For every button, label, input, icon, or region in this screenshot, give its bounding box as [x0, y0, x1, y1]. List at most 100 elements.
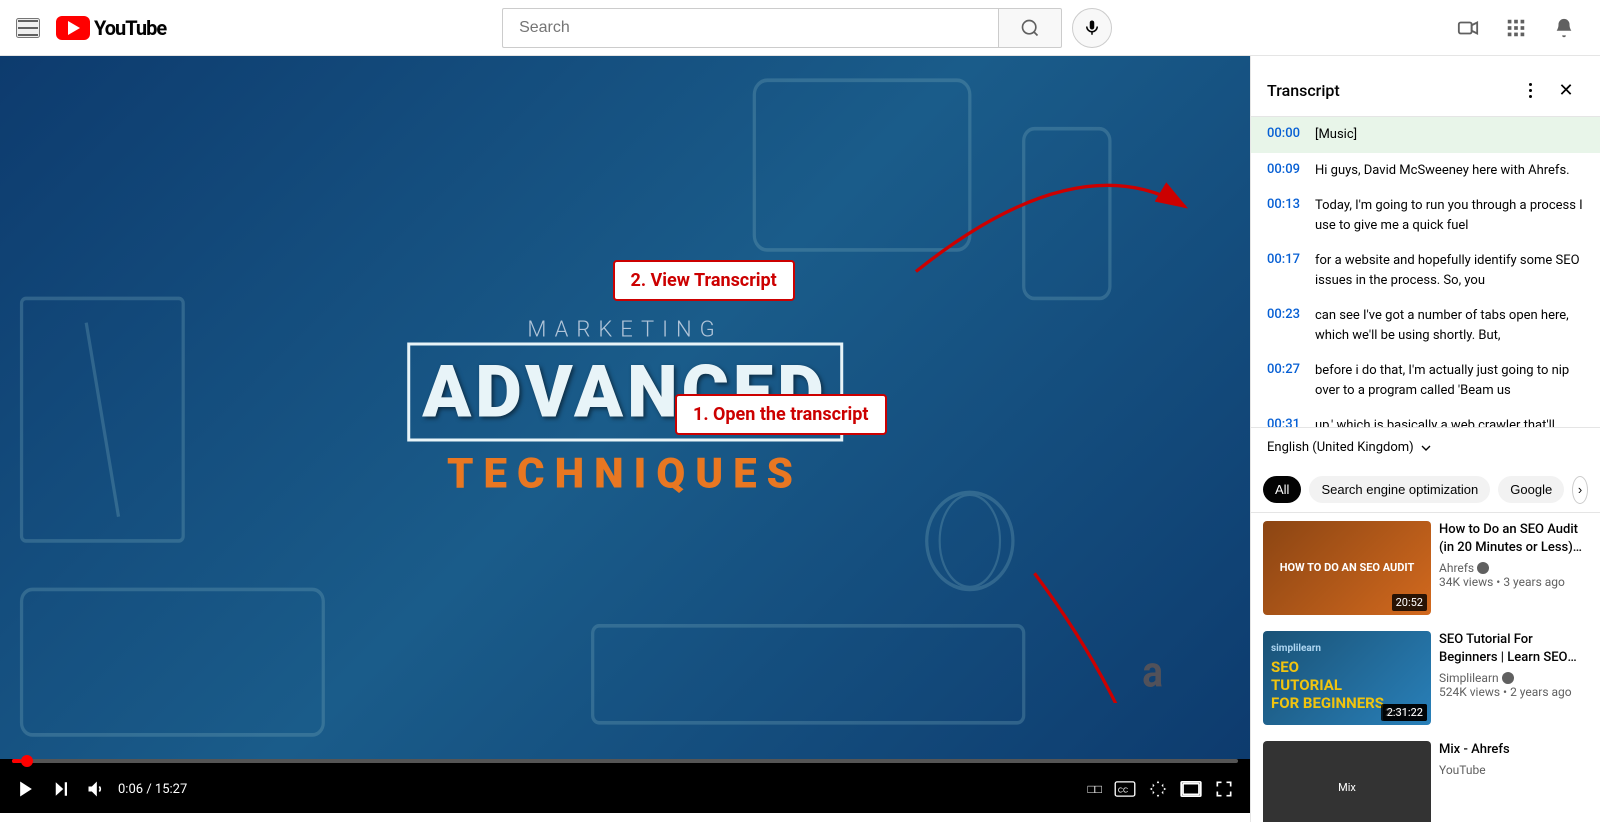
related-channel-1: Ahrefs: [1439, 561, 1588, 575]
related-info-3: Mix - Ahrefs YouTube: [1439, 741, 1588, 822]
transcript-panel: Transcript ✕ 00:00 [Music] 00:09 Hi guys…: [1250, 56, 1600, 822]
transcript-item[interactable]: 00:31 up,' which is basically a web craw…: [1251, 408, 1600, 427]
fullscreen-icon: [1214, 779, 1234, 799]
transcript-text: for a website and hopefully identify som…: [1315, 251, 1584, 290]
apps-button[interactable]: [1496, 8, 1536, 48]
related-channel-3: YouTube: [1439, 763, 1588, 777]
related-video-item[interactable]: Mix Mix - Ahrefs YouTube: [1251, 733, 1600, 822]
transcript-item[interactable]: 00:09 Hi guys, David McSweeney here with…: [1251, 153, 1600, 189]
transcript-title: Transcript: [1267, 81, 1512, 100]
transcript-item[interactable]: 00:00 [Music]: [1251, 117, 1600, 153]
volume-button[interactable]: [82, 775, 110, 803]
transcript-text: Hi guys, David McSweeney here with Ahref…: [1315, 161, 1570, 181]
transcript-time: 00:00: [1267, 125, 1315, 145]
settings-icon: [1148, 779, 1168, 799]
subtitles-button[interactable]: CC: [1110, 777, 1140, 801]
video-section: a MARKETING ADVANCED TECHNIQUES 1. Open …: [0, 56, 1250, 822]
related-duration-2: 2:31:22: [1383, 704, 1427, 721]
marketing-text: MARKETING: [407, 317, 843, 342]
logo-text: YouTube: [94, 16, 166, 40]
video-container: a MARKETING ADVANCED TECHNIQUES 1. Open …: [0, 56, 1250, 813]
time-display: 0:06 / 15:27: [118, 782, 187, 797]
three-dots-icon: [1529, 83, 1532, 98]
chip-google[interactable]: Google: [1498, 476, 1564, 503]
transcript-body: 00:00 [Music] 00:09 Hi guys, David McSwe…: [1251, 117, 1600, 427]
transcript-header: Transcript ✕: [1251, 56, 1600, 117]
progress-fill: [12, 759, 21, 763]
transcript-time: 00:27: [1267, 361, 1315, 400]
bell-icon: [1553, 17, 1575, 39]
transcript-item[interactable]: 00:13 Today, I'm going to run you throug…: [1251, 188, 1600, 243]
hamburger-menu[interactable]: [16, 18, 40, 38]
search-form: [502, 8, 1062, 48]
transcript-menu-button[interactable]: [1512, 72, 1548, 108]
transcript-time: 00:13: [1267, 196, 1315, 235]
next-button[interactable]: [48, 776, 74, 802]
search-icon: [1020, 18, 1040, 38]
transcript-time: 00:31: [1267, 416, 1315, 427]
transcript-item[interactable]: 00:27 before i do that, I'm actually jus…: [1251, 353, 1600, 408]
related-channel-2: Simplilearn: [1439, 671, 1588, 685]
progress-dot: [21, 755, 33, 767]
youtube-icon: [56, 16, 90, 40]
transcript-time: 00:23: [1267, 306, 1315, 345]
related-info-2: SEO Tutorial For Beginners | Learn SEO S…: [1439, 631, 1588, 725]
header: YouTube: [0, 0, 1600, 56]
related-thumb-2: simplilearn SEOTUTORIALFOR BEGINNERS 2:3…: [1263, 631, 1431, 725]
search-button[interactable]: [998, 8, 1062, 48]
annotation-view-transcript: 2. View Transcript: [613, 260, 795, 301]
video-controls: 0:06 / 15:27 □□ CC: [0, 765, 1250, 813]
play-icon: [16, 779, 36, 799]
volume-icon: [86, 779, 106, 799]
theater-icon: [1180, 781, 1202, 797]
camera-icon: [1457, 17, 1479, 39]
next-icon: [52, 780, 70, 798]
verified-check-icon: [1477, 562, 1489, 574]
transcript-text: before i do that, I'm actually just goin…: [1315, 361, 1584, 400]
transcript-text: [Music]: [1315, 125, 1357, 145]
apps-icon: [1505, 17, 1527, 39]
progress-bar[interactable]: [12, 759, 1238, 763]
theater-button[interactable]: [1176, 777, 1206, 801]
chip-more-button[interactable]: ›: [1572, 476, 1588, 504]
notifications-button[interactable]: [1544, 8, 1584, 48]
svg-text:CC: CC: [1118, 787, 1128, 795]
miniplayer-button[interactable]: □□: [1084, 778, 1107, 800]
play-button[interactable]: [12, 775, 40, 803]
related-video-item[interactable]: simplilearn SEOTUTORIALFOR BEGINNERS 2:3…: [1251, 623, 1600, 733]
transcript-time: 00:17: [1267, 251, 1315, 290]
mic-icon: [1083, 19, 1101, 37]
related-title-2: SEO Tutorial For Beginners | Learn SEO S…: [1439, 631, 1588, 667]
main-layout: a MARKETING ADVANCED TECHNIQUES 1. Open …: [0, 56, 1600, 822]
chip-seo[interactable]: Search engine optimization: [1309, 476, 1490, 503]
transcript-time: 00:09: [1267, 161, 1315, 181]
transcript-item[interactable]: 00:23 can see I've got a number of tabs …: [1251, 298, 1600, 353]
cc-icon: CC: [1114, 781, 1136, 797]
transcript-text: up,' which is basically a web crawler th…: [1315, 416, 1584, 427]
annotation-open-transcript: 1. Open the transcript: [675, 394, 887, 435]
techniques-text: TECHNIQUES: [407, 449, 843, 498]
chips-row: All Search engine optimization Google ›: [1251, 468, 1600, 513]
transcript-text: can see I've got a number of tabs open h…: [1315, 306, 1584, 345]
related-thumb-3: Mix: [1263, 741, 1431, 822]
related-views-1: 34K views • 3 years ago: [1439, 575, 1588, 589]
transcript-item[interactable]: 00:17 for a website and hopefully identi…: [1251, 243, 1600, 298]
mic-button[interactable]: [1072, 8, 1112, 48]
transcript-text: Today, I'm going to run you through a pr…: [1315, 196, 1584, 235]
youtube-logo[interactable]: YouTube: [56, 16, 166, 40]
settings-button[interactable]: [1144, 775, 1172, 803]
camera-button[interactable]: [1448, 8, 1488, 48]
related-title-3: Mix - Ahrefs: [1439, 741, 1588, 759]
video-info: How to Do an SEO Audit in 15 Minutes or …: [0, 813, 1250, 822]
related-info-1: How to Do an SEO Audit (in 20 Minutes or…: [1439, 521, 1588, 615]
video-player[interactable]: a MARKETING ADVANCED TECHNIQUES 1. Open …: [0, 56, 1250, 759]
transcript-close-button[interactable]: ✕: [1548, 72, 1584, 108]
transcript-language-selector[interactable]: English (United Kingdom): [1251, 427, 1600, 468]
chip-all[interactable]: All: [1263, 476, 1301, 503]
search-input[interactable]: [502, 8, 998, 48]
related-duration-1: 20:52: [1392, 594, 1427, 611]
fullscreen-button[interactable]: [1210, 775, 1238, 803]
related-thumb-1: HOW TO DO AN SEO AUDIT 20:52: [1263, 521, 1431, 615]
related-title-1: How to Do an SEO Audit (in 20 Minutes or…: [1439, 521, 1588, 557]
related-video-item[interactable]: HOW TO DO AN SEO AUDIT 20:52 How to Do a…: [1251, 513, 1600, 623]
